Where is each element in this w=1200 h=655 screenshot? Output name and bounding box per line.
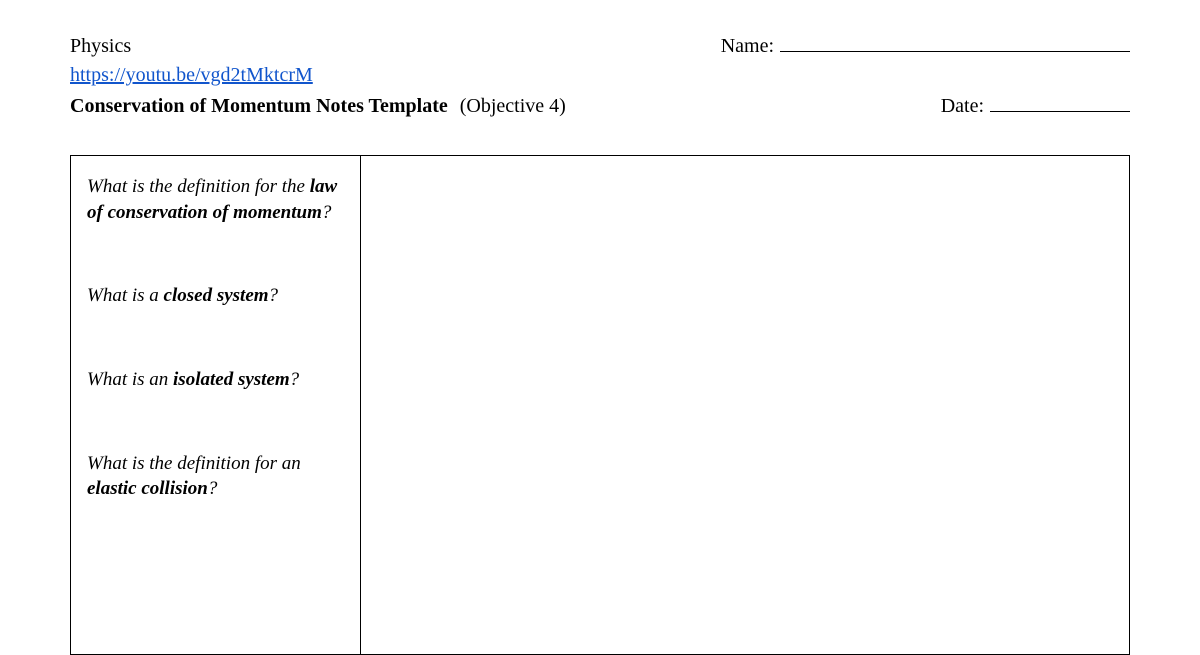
date-field: Date: bbox=[941, 92, 1130, 121]
q3-post: ? bbox=[290, 369, 300, 390]
q4-bold: elastic collision bbox=[87, 478, 208, 499]
questions-column: What is the definition for the law of co… bbox=[71, 156, 361, 654]
subject-label: Physics bbox=[70, 32, 131, 61]
header-row-1: Physics Name: bbox=[70, 32, 1130, 61]
question-1: What is the definition for the law of co… bbox=[87, 174, 344, 225]
title-row: Conservation of Momentum Notes Template … bbox=[70, 92, 1130, 121]
name-blank-line bbox=[780, 34, 1130, 52]
youtube-link[interactable]: https://youtu.be/vgd2tMktcrM bbox=[70, 64, 313, 86]
q3-pre: What is an bbox=[87, 369, 173, 390]
question-4: What is the definition for an elastic co… bbox=[87, 451, 344, 502]
date-blank-line bbox=[990, 94, 1130, 112]
title-left-group: Conservation of Momentum Notes Template … bbox=[70, 92, 566, 121]
q1-pre: What is the definition for the bbox=[87, 176, 310, 197]
document-title: Conservation of Momentum Notes Template bbox=[70, 92, 448, 121]
q2-post: ? bbox=[269, 285, 279, 306]
notes-table: What is the definition for the law of co… bbox=[70, 155, 1130, 655]
q4-post: ? bbox=[208, 478, 218, 499]
date-label: Date: bbox=[941, 92, 984, 121]
objective-label: (Objective 4) bbox=[460, 92, 566, 121]
q4-pre: What is the definition for an bbox=[87, 453, 301, 474]
name-field: Name: bbox=[721, 32, 1130, 61]
answers-column bbox=[361, 156, 1129, 654]
link-row: https://youtu.be/vgd2tMktcrM bbox=[70, 61, 1130, 90]
q2-bold: closed system bbox=[164, 285, 269, 306]
q2-pre: What is a bbox=[87, 285, 164, 306]
q1-post: ? bbox=[322, 202, 332, 223]
question-3: What is an isolated system? bbox=[87, 367, 344, 393]
q3-bold: isolated system bbox=[173, 369, 290, 390]
name-label: Name: bbox=[721, 32, 774, 61]
question-2: What is a closed system? bbox=[87, 283, 344, 309]
